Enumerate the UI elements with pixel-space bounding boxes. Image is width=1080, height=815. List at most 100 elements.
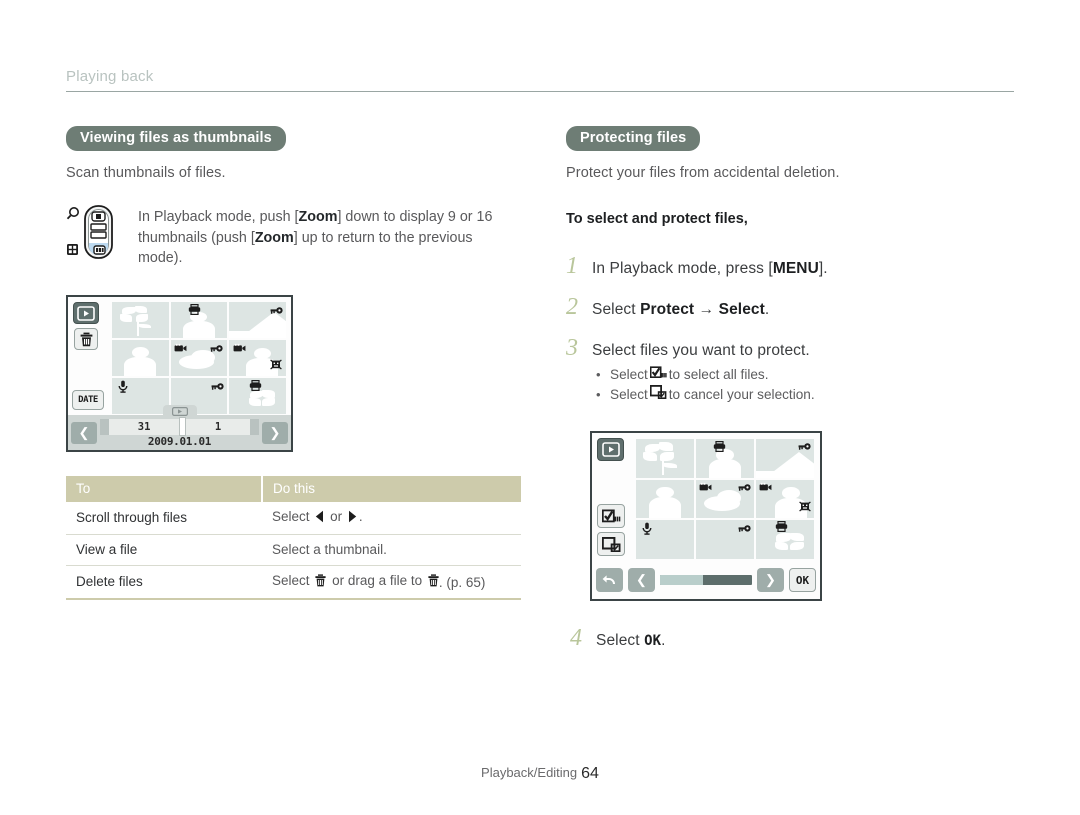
video-icon [174, 342, 187, 353]
thumbnail-cell[interactable] [229, 378, 286, 415]
thumbnail-cell[interactable] [170, 340, 228, 377]
step4-post: . [661, 632, 666, 649]
trash-icon [315, 574, 326, 590]
bullet-cancel-selection: • Select to cancel your selection. [596, 384, 815, 402]
date-scroll-bar: ❮ 31 1 2009.01.01 ❯ [68, 404, 291, 451]
thumbnail-cell[interactable] [229, 302, 286, 339]
step-text: Select Protect → Select. [592, 301, 769, 319]
table-row: Delete files Select or drag a file to . … [66, 565, 521, 601]
thumbnail-cell[interactable] [112, 378, 169, 415]
table-cell-to: Delete files [66, 565, 262, 601]
bullet-2-pre: Select [610, 387, 648, 402]
date-track: 31 1 [100, 417, 260, 437]
arrow-left-icon[interactable]: ❮ [628, 568, 655, 592]
bullet-1-pre: Select [610, 367, 648, 382]
step-number: 2 [566, 294, 578, 320]
arrow-left-icon[interactable]: ❮ [71, 421, 97, 444]
bullet-dot: • [596, 387, 601, 402]
protect-key-icon [738, 523, 751, 534]
thumbnail-cell[interactable] [756, 439, 814, 478]
back-icon[interactable] [596, 568, 623, 592]
step-3-content: Select files you want to protect. • Sele… [592, 342, 815, 405]
voice-memo-icon [117, 380, 130, 393]
voice-memo-icon [640, 522, 653, 535]
video-icon [233, 342, 246, 353]
table-cell-do: Select a thumbnail. [262, 534, 521, 567]
step-3-bullets: • Select to select all files. • Select t… [596, 366, 815, 402]
thumbnail-cell[interactable] [696, 479, 754, 519]
table-row: View a file Select a thumbnail. [66, 534, 521, 567]
thumbnail-cell[interactable] [636, 520, 694, 559]
step4-bold: OK [644, 633, 662, 649]
cancel-selection-icon[interactable] [597, 532, 625, 556]
note-zoom-keyword-1: Zoom [298, 209, 338, 225]
step-2: 2 Select Protect → Select. [566, 294, 1021, 321]
scrollbar-fill [660, 575, 704, 585]
page-footer: Playback/Editing 64 [0, 765, 1080, 783]
step2-post: . [764, 301, 770, 318]
play-icon[interactable] [73, 302, 99, 325]
page-scrollbar[interactable] [660, 575, 752, 585]
step2-bold: Protect [640, 301, 695, 318]
footer-label: Playback/Editing [481, 765, 578, 780]
bullet-dot: • [596, 367, 601, 382]
step1-post: ]. [818, 260, 828, 277]
lcd-screen-1: DATE ❮ 31 1 2009.01.01 ❯ [68, 297, 291, 451]
note-line1-post: ] down to display 9 or 16 [337, 209, 493, 225]
left-column: Viewing files as thumbnails Scan thumbna… [66, 126, 521, 601]
step-4: 4 Select OK. [570, 625, 1021, 652]
header-divider [66, 91, 1014, 92]
bullet-2-post: to cancel your selection. [668, 387, 815, 402]
arrow-right-icon[interactable]: ❯ [757, 568, 784, 592]
date-slider[interactable]: 31 1 2009.01.01 [100, 404, 260, 448]
manual-page: Playing back Viewing files as thumbnails… [0, 0, 1080, 815]
thumbnail-cell[interactable] [170, 302, 228, 339]
footer-page-number: 64 [581, 765, 599, 782]
zoom-lever-icon [66, 203, 124, 261]
date-icon[interactable]: DATE [72, 390, 104, 411]
cell-text-mid: or [330, 509, 343, 525]
video-icon [759, 482, 772, 493]
step4-pre: Select [596, 632, 645, 649]
lead-text-thumbnails: Scan thumbnails of files. [66, 165, 226, 181]
lead-text-protecting: Protect your files from accidental delet… [566, 165, 840, 181]
note-line1-pre: In Playback mode, push [ [138, 209, 299, 225]
select-all-icon [649, 366, 667, 382]
section-title-thumbnails: Viewing files as thumbnails [66, 126, 286, 151]
thumbnail-cell[interactable] [696, 439, 754, 478]
protect-key-icon [798, 441, 811, 452]
thumbnail-cell[interactable] [756, 520, 814, 559]
date-label: 2009.01.01 [147, 434, 212, 448]
video-icon [699, 482, 712, 493]
slider-handle[interactable] [179, 417, 187, 437]
arrow-right-icon[interactable]: ❯ [262, 421, 288, 444]
step-number: 1 [566, 253, 578, 279]
protect-key-icon [211, 381, 224, 392]
ok-icon[interactable]: OK [789, 568, 816, 592]
table-row: Scroll through files Select or . [66, 502, 521, 536]
play-icon[interactable] [597, 438, 624, 461]
thumbnail-cell[interactable] [756, 479, 814, 519]
thumbnail-cell[interactable] [636, 439, 694, 478]
table-header-to: To [66, 476, 263, 503]
thumbnail-cell[interactable] [636, 479, 694, 519]
step-text: Select OK. [596, 632, 666, 650]
protect-key-icon [270, 305, 283, 316]
select-all-icon[interactable] [597, 504, 625, 528]
section-title-protecting: Protecting files [566, 126, 701, 151]
thumbnail-cell[interactable] [229, 340, 286, 377]
print-icon [249, 379, 262, 391]
step-1: 1 In Playback mode, press [MENU]. [566, 253, 1021, 280]
thumbnail-cell[interactable] [112, 340, 169, 377]
trash-icon: . (p. 65) [428, 574, 485, 590]
lcd-control-bar: ❮ ❯ OK [592, 561, 820, 599]
note-line2-pre: thumbnails (push [ [138, 229, 255, 246]
running-header-text: Playing back [66, 68, 154, 85]
thumbnail-cell[interactable] [696, 520, 754, 559]
thumbnail-cell[interactable] [112, 302, 169, 339]
step-number: 4 [570, 625, 582, 651]
thumbnail-actions-table: To Do this Scroll through files Select o… [66, 476, 521, 601]
table-cell-to: View a file [66, 534, 262, 567]
protect-key-icon [738, 482, 751, 493]
trash-icon[interactable] [74, 328, 98, 351]
